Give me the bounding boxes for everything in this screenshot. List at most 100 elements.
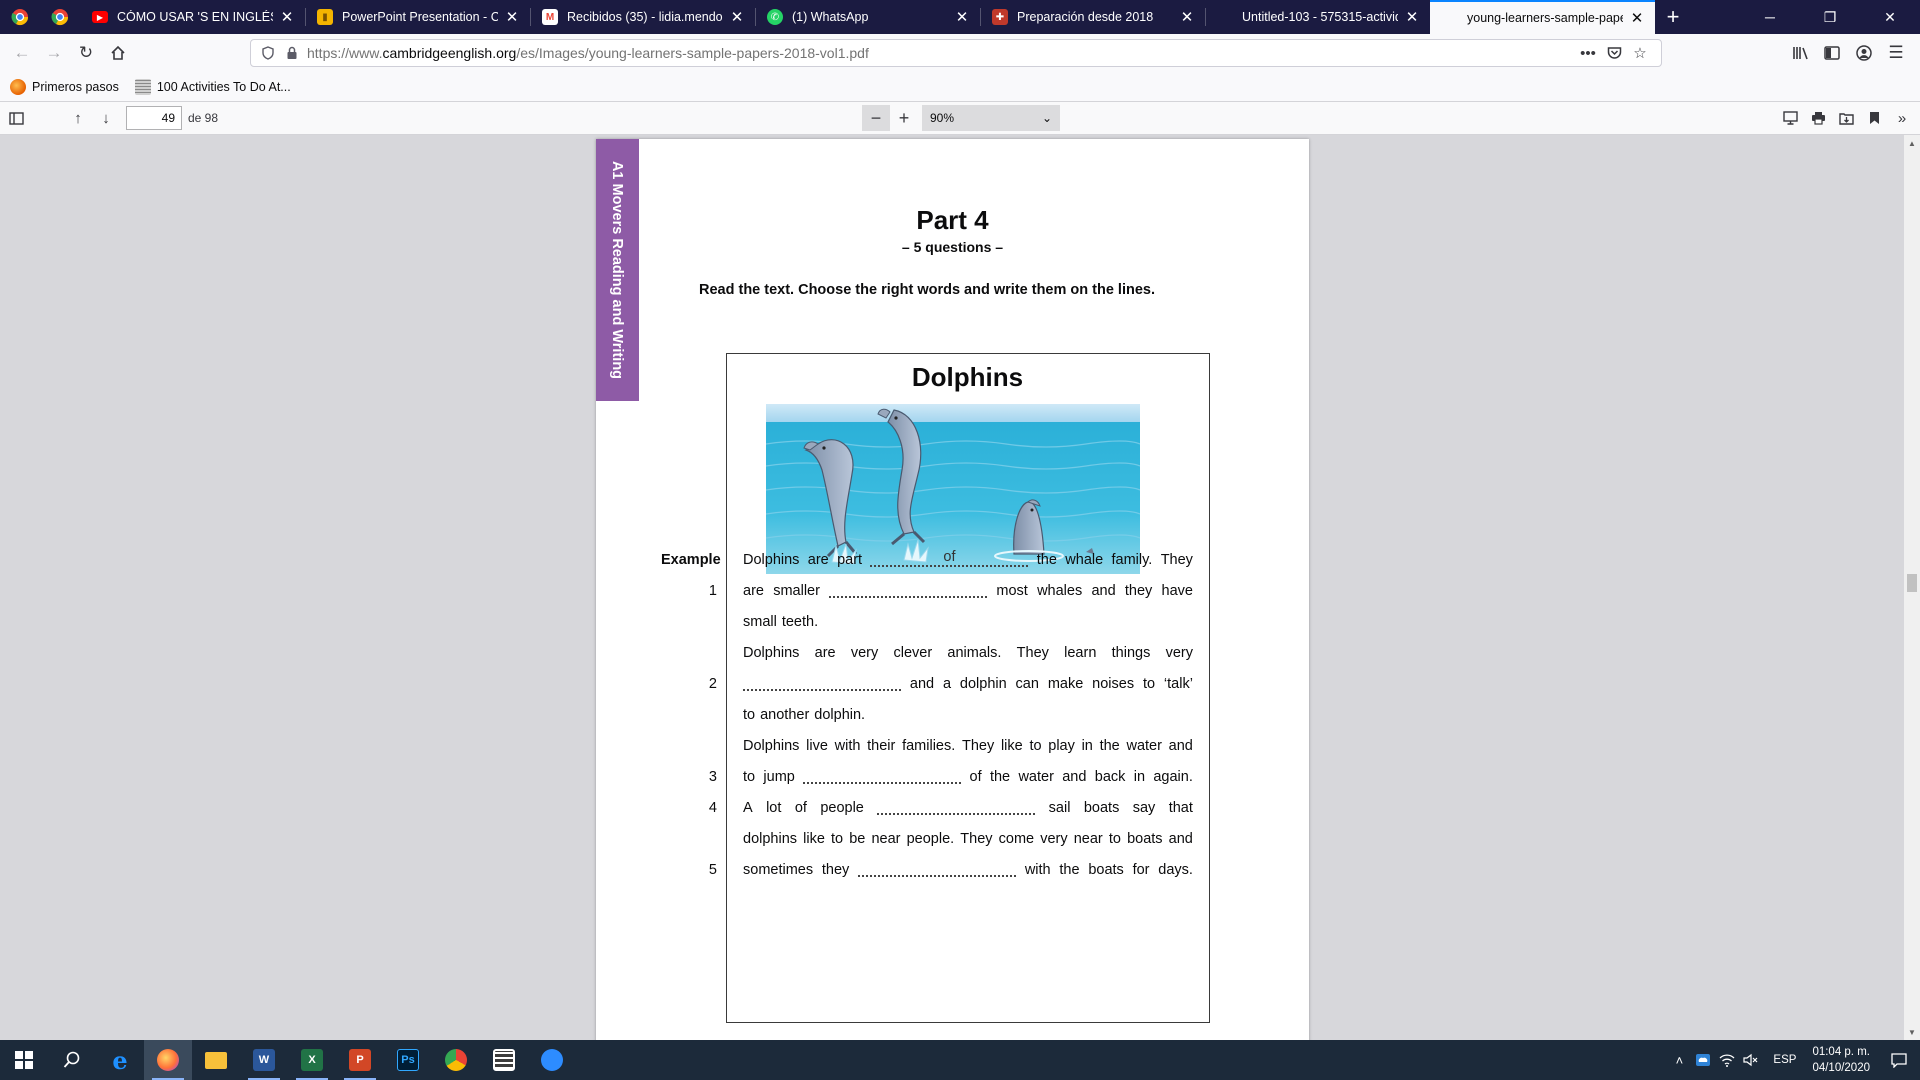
answer-line[interactable] — [877, 798, 1036, 815]
clock[interactable]: 01:04 p. m. 04/10/2020 — [1812, 1044, 1870, 1076]
bookmark-view-button[interactable] — [1860, 105, 1888, 131]
word: live — [806, 738, 828, 754]
taskbar-calculator[interactable] — [480, 1040, 528, 1080]
word: most — [996, 583, 1028, 599]
browser-tab[interactable]: Untitled-103 - 575315-actividades ✕ — [1205, 0, 1430, 34]
search-button[interactable] — [48, 1040, 96, 1080]
word: to — [1142, 676, 1156, 692]
answer-line[interactable]: of — [870, 550, 1029, 567]
browser-tab[interactable]: young-learners-sample-papers-2018 ✕ — [1430, 0, 1655, 34]
answer-line[interactable] — [803, 767, 962, 784]
word: Dolphins — [743, 738, 800, 754]
pocket-icon[interactable] — [1601, 42, 1627, 64]
url-bar[interactable]: https://www.cambridgeenglish.org/es/Imag… — [250, 39, 1662, 67]
taskbar-zoom[interactable] — [528, 1040, 576, 1080]
pinned-tab-1[interactable] — [0, 0, 40, 34]
notification-icon — [1891, 1052, 1907, 1068]
close-tab-icon[interactable]: ✕ — [1179, 9, 1195, 26]
sidebar-button[interactable] — [1816, 38, 1848, 68]
question-number: Example — [661, 552, 721, 568]
browser-tab[interactable]: M Recibidos (35) - lidia.mendoza@ ✕ — [530, 0, 755, 34]
taskbar-chrome[interactable] — [432, 1040, 480, 1080]
windows-taskbar: e W X P Ps ˄ ESP 01:04 p. m. 04/10/2020 — [0, 1040, 1920, 1080]
start-button[interactable] — [0, 1040, 48, 1080]
library-icon — [1792, 47, 1808, 60]
page-actions-icon[interactable]: ••• — [1575, 42, 1601, 64]
word: animals. — [947, 645, 1002, 661]
zoom-in-button[interactable]: + — [890, 105, 918, 131]
lock-icon[interactable] — [283, 44, 301, 62]
browser-tab[interactable]: ▮ PowerPoint Presentation - CONALEP ✕ — [305, 0, 530, 34]
tracking-shield-icon[interactable] — [259, 44, 277, 62]
close-tab-icon[interactable]: ✕ — [1404, 9, 1420, 26]
pdf-viewer[interactable]: A1 Movers Reading and Writing Part 4 – 5… — [0, 135, 1920, 1040]
scroll-thumb[interactable] — [1907, 574, 1917, 592]
menu-button[interactable]: ☰ — [1880, 38, 1912, 68]
zoom-out-button[interactable]: − — [862, 105, 890, 131]
onedrive-icon[interactable] — [1691, 1053, 1715, 1067]
answer-line[interactable] — [858, 860, 1017, 877]
next-page-button[interactable]: ↓ — [92, 105, 120, 131]
previous-page-button[interactable]: ↑ — [64, 105, 92, 131]
arrow-right-icon: → — [45, 43, 63, 62]
url-text[interactable]: https://www.cambridgeenglish.org/es/Imag… — [307, 45, 1575, 61]
close-window-button[interactable]: ✕ — [1860, 0, 1920, 34]
word: like — [803, 831, 825, 847]
presentation-mode-button[interactable] — [1776, 105, 1804, 131]
taskbar-powerpoint[interactable]: P — [336, 1040, 384, 1080]
word: that — [1168, 800, 1193, 816]
taskbar-file-explorer[interactable] — [192, 1040, 240, 1080]
toggle-sidebar-button[interactable] — [2, 105, 30, 131]
close-tab-icon[interactable]: ✕ — [279, 9, 295, 26]
text-line: Dolphins live with their families. They like to… — [743, 736, 1193, 756]
back-button[interactable]: ← — [6, 38, 38, 68]
system-tray: ˄ ESP 01:04 p. m. 04/10/2020 — [1667, 1040, 1920, 1080]
tab-title: Untitled-103 - 575315-actividades — [1242, 10, 1398, 24]
reload-button[interactable]: ↻ — [70, 38, 102, 68]
vertical-scrollbar[interactable]: ▲ ▼ — [1904, 135, 1920, 1040]
bookmark-item-100-activities[interactable]: 100 Activities To Do At... — [134, 78, 291, 95]
tab-title: young-learners-sample-papers-2018 — [1467, 11, 1623, 25]
windows-logo-icon — [15, 1051, 33, 1069]
taskbar-photoshop[interactable]: Ps — [384, 1040, 432, 1080]
home-button[interactable] — [102, 38, 134, 68]
word: boats — [1127, 831, 1163, 847]
notification-center-button[interactable] — [1878, 1052, 1920, 1068]
taskbar-edge[interactable]: e — [96, 1040, 144, 1080]
answer-line[interactable] — [829, 581, 988, 598]
pinned-tab-2[interactable] — [40, 0, 80, 34]
scroll-down-arrow-icon[interactable]: ▼ — [1904, 1024, 1920, 1040]
account-button[interactable] — [1848, 38, 1880, 68]
browser-tab[interactable]: ▶ CÓMO USAR 'S EN INGLÉS - POSESIVO ✕ — [80, 0, 305, 34]
page-number-input[interactable]: 49 — [126, 106, 182, 130]
bookmark-item-primeros-pasos[interactable]: Primeros pasos — [10, 78, 119, 95]
taskbar-firefox[interactable] — [144, 1040, 192, 1080]
bookmark-star-icon[interactable]: ☆ — [1627, 42, 1653, 64]
restore-button[interactable]: ❐ — [1800, 0, 1860, 34]
library-button[interactable] — [1784, 38, 1816, 68]
word: days. — [1158, 862, 1193, 878]
tab-title: Recibidos (35) - lidia.mendoza@ — [567, 10, 723, 24]
taskbar-word[interactable]: W — [240, 1040, 288, 1080]
new-tab-button[interactable]: + — [1655, 0, 1691, 34]
minimize-button[interactable]: ─ — [1740, 0, 1800, 34]
close-tab-icon[interactable]: ✕ — [729, 9, 745, 26]
wifi-icon[interactable] — [1715, 1053, 1739, 1067]
close-tab-icon[interactable]: ✕ — [504, 9, 520, 26]
chevron-up-icon[interactable]: ˄ — [1667, 1053, 1691, 1068]
answer-line[interactable] — [743, 674, 901, 691]
browser-tab[interactable]: ✚ Preparación desde 2018 ✕ — [980, 0, 1205, 34]
save-button[interactable] — [1832, 105, 1860, 131]
print-button[interactable] — [1804, 105, 1832, 131]
forward-button[interactable]: → — [38, 38, 70, 68]
tools-button[interactable]: » — [1888, 105, 1916, 131]
taskbar-excel[interactable]: X — [288, 1040, 336, 1080]
language-indicator[interactable]: ESP — [1773, 1054, 1796, 1066]
browser-tab[interactable]: ✆ (1) WhatsApp ✕ — [755, 0, 980, 34]
arrow-down-icon: ↓ — [102, 109, 110, 127]
close-tab-icon[interactable]: ✕ — [1629, 10, 1645, 27]
volume-muted-icon[interactable] — [1739, 1053, 1763, 1067]
zoom-select[interactable]: 90% ⌄ — [922, 105, 1060, 131]
close-tab-icon[interactable]: ✕ — [954, 9, 970, 26]
scroll-up-arrow-icon[interactable]: ▲ — [1904, 135, 1920, 151]
